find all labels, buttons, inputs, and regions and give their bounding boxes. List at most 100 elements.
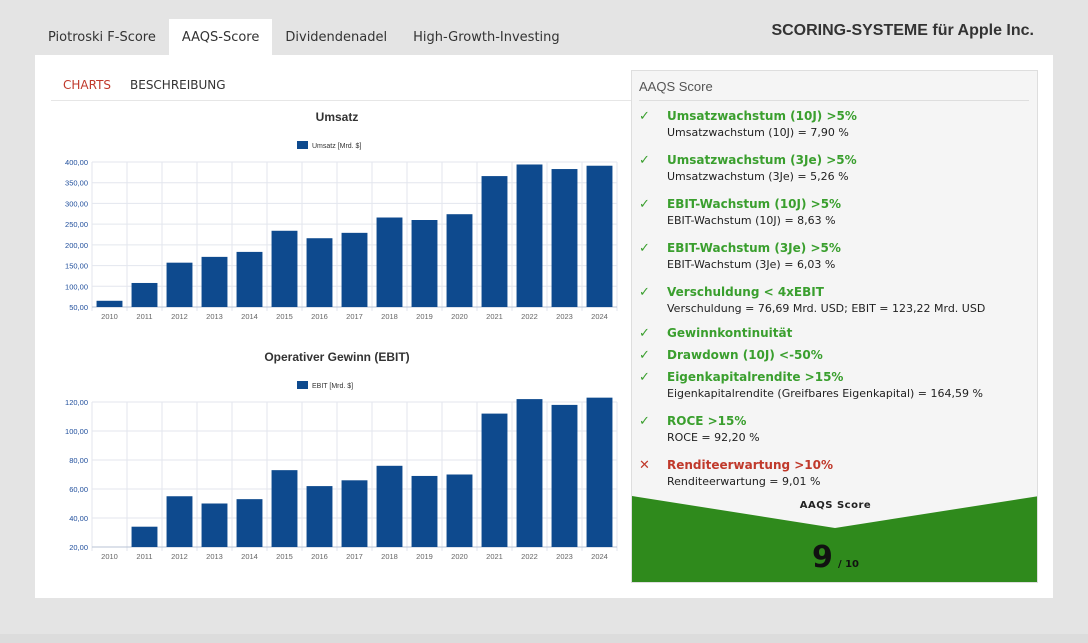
chart-title: Operativer Gewinn (EBIT) [264,350,409,364]
check-icon: ✓ [639,153,650,168]
bar-2010[interactable] [96,300,123,307]
x-tick-label: 2010 [101,552,118,561]
bar-2021[interactable] [481,413,508,547]
subtab-beschreibung[interactable]: BESCHREIBUNG [130,78,226,92]
bar-2023[interactable] [551,404,578,547]
criterion-title: Umsatzwachstum (3Je) >5% [667,153,857,167]
y-tick-label: 40,00 [69,514,88,523]
bar-chart-svg: Operativer Gewinn (EBIT) EBIT [Mrd. $] 20,… [65,350,618,561]
page-title: SCORING-SYSTEME für Apple Inc. [771,22,1034,39]
bar-chart-svg: Umsatz Umsatz [Mrd. $] 50,00 100,00 150,00 20… [65,110,618,321]
criterion-detail: Umsatzwachstum (3Je) = 5,26 % [667,170,849,183]
x-tick-label: 2019 [416,312,433,321]
x-tick-label: 2018 [381,552,398,561]
bar-2020[interactable] [446,474,473,548]
legend-label: Umsatz [Mrd. $] [312,143,361,150]
criterion-detail: Renditeerwartung = 9,01 % [667,475,821,488]
tab-piotroski[interactable]: Piotroski F-Score [35,19,169,55]
bar-2016[interactable] [306,238,333,307]
bar-2024[interactable] [586,165,613,307]
cross-icon: ✕ [639,458,650,473]
bar-2012[interactable] [166,262,193,307]
bar-2011[interactable] [131,526,158,547]
x-tick-label: 2014 [241,552,258,561]
bar-2022[interactable] [516,399,543,547]
content-card: CHARTS BESCHREIBUNG Umsatz Umsatz [Mrd. $… [35,55,1053,598]
bar-2011[interactable] [131,282,158,307]
criterion-detail: EBIT-Wachstum (10J) = 8,63 % [667,214,836,227]
bar-2014[interactable] [236,251,263,307]
tab-high-growth[interactable]: High-Growth-Investing [400,19,573,55]
x-tick-label: 2024 [591,552,608,561]
x-tick-label: 2012 [171,552,188,561]
bar-2012[interactable] [166,496,193,547]
check-icon: ✓ [639,370,650,385]
criterion-detail: ROCE = 92,20 % [667,431,760,444]
criterion-title: Eigenkapitalrendite >15% [667,370,844,384]
criterion-title: Drawdown (10J) <-50% [667,348,823,362]
score-number: 9 [811,540,833,575]
x-tick-label: 2015 [276,552,293,561]
tab-dividendenadel[interactable]: Dividendenadel [272,19,400,55]
x-tick-label: 2017 [346,312,363,321]
bar-2016[interactable] [306,486,333,547]
check-icon: ✓ [639,109,650,124]
umsatz-chart: Umsatz Umsatz [Mrd. $] 50,00 100,00 150,00 20… [47,107,627,327]
legend-swatch [297,381,308,389]
x-tick-label: 2010 [101,312,118,321]
score-summary-label: AAQS Score [799,500,872,511]
score-max: / 10 [837,559,860,570]
y-tick-label: 400,00 [65,158,88,167]
y-tick-label: 100,00 [65,427,88,436]
x-tick-label: 2024 [591,312,608,321]
criterion-title: ROCE >15% [667,414,747,428]
y-tick-label: 350,00 [65,179,88,188]
bar-2018[interactable] [376,217,403,307]
y-tick-label: 60,00 [69,485,88,494]
bar-2014[interactable] [236,499,263,547]
bar-2024[interactable] [586,397,613,547]
y-tick-label: 80,00 [69,456,88,465]
criterion-detail: EBIT-Wachstum (3Je) = 6,03 % [667,258,836,271]
bar-2021[interactable] [481,176,508,307]
bar-2013[interactable] [201,256,228,307]
legend-swatch [297,141,308,149]
bar-2013[interactable] [201,503,228,548]
x-tick-label: 2019 [416,552,433,561]
bar-2015[interactable] [271,230,298,307]
x-tick-label: 2016 [311,552,328,561]
bar-2022[interactable] [516,164,543,307]
x-tick-label: 2016 [311,312,328,321]
score-value: 9 / 10 [632,540,1037,575]
y-tick-label: 100,00 [65,282,88,291]
criterion-detail: Umsatzwachstum (10J) = 7,90 % [667,126,849,139]
check-icon: ✓ [639,348,650,363]
bar-2017[interactable] [341,232,368,307]
x-tick-label: 2013 [206,312,223,321]
y-tick-label: 150,00 [65,262,88,271]
subtab-charts[interactable]: CHARTS [63,78,111,92]
bar-2019[interactable] [411,475,438,547]
bottom-strip [0,634,1088,643]
tab-aaqs[interactable]: AAQS-Score [168,19,273,55]
score-panel-heading: AAQS Score [639,79,1029,101]
bar-2019[interactable] [411,220,438,307]
x-tick-label: 2022 [521,312,538,321]
check-icon: ✓ [639,197,650,212]
bar-2017[interactable] [341,480,368,547]
bar-2018[interactable] [376,465,403,547]
bar-2020[interactable] [446,214,473,307]
criterion-title: Umsatzwachstum (10J) >5% [667,109,857,123]
y-tick-label: 300,00 [65,199,88,208]
x-tick-label: 2021 [486,552,503,561]
x-tick-label: 2014 [241,312,258,321]
check-icon: ✓ [639,326,650,341]
bar-2015[interactable] [271,470,298,547]
x-tick-label: 2020 [451,552,468,561]
x-tick-label: 2023 [556,312,573,321]
x-tick-label: 2012 [171,312,188,321]
bar-2023[interactable] [551,169,578,307]
y-tick-label: 250,00 [65,220,88,229]
y-tick-label: 20,00 [69,543,88,552]
aaqs-score-panel: AAQS Score ✓ Umsatzwachstum (10J) >5% Umsa… [631,70,1038,583]
